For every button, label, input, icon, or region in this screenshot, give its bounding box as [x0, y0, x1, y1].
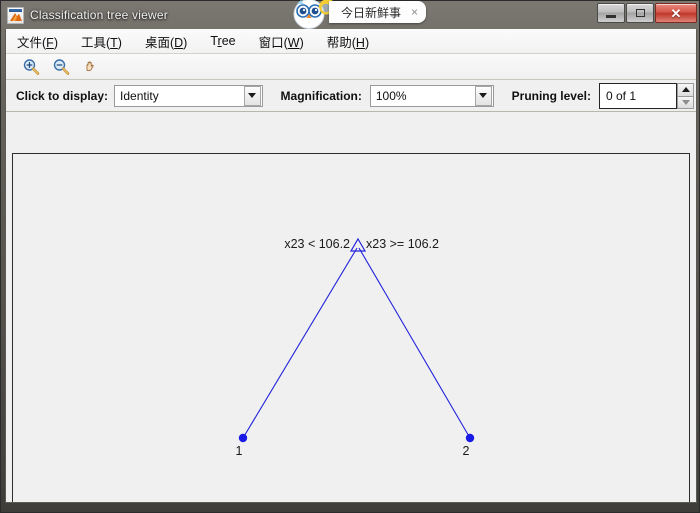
classification-tree-figure: x23 < 106.2 x23 >= 106.2 1 2	[13, 154, 689, 502]
menu-file-mnemonic: F	[46, 35, 54, 50]
menu-file-pre: 文件(	[17, 35, 47, 50]
caret-down-icon	[681, 99, 690, 105]
menu-item-desktop[interactable]: 桌面(D)	[144, 30, 188, 53]
zoom-in-icon	[23, 58, 40, 75]
leaf-node-1[interactable]	[238, 433, 248, 443]
menu-window-mnemonic: W	[287, 35, 300, 50]
click-to-display-value: Identity	[120, 88, 159, 103]
restore-icon	[635, 9, 645, 17]
magnification-label: Magnification:	[280, 88, 362, 103]
chevron-down-icon[interactable]	[474, 85, 492, 106]
pruning-level-stepper[interactable]: 0 of 1	[599, 82, 694, 109]
caret-up-icon	[681, 87, 690, 92]
leaf-node-2[interactable]	[465, 433, 475, 443]
title-bar: Classification tree viewer ✕	[1, 1, 700, 29]
menu-help-pre: 帮助(	[326, 35, 356, 50]
edge-label-left: x23 < 106.2	[284, 237, 350, 251]
menu-tools-mnemonic: T	[110, 35, 118, 50]
menu-desktop-pre: 桌面(	[144, 35, 175, 50]
pruning-level-down-button[interactable]	[677, 95, 694, 109]
pruning-level-arrows	[677, 82, 694, 109]
menu-item-help[interactable]: 帮助(H)	[326, 30, 370, 53]
menu-tree-post: ee	[221, 34, 236, 48]
menu-item-tree[interactable]: Tree	[209, 32, 236, 50]
menu-help-post: )	[364, 35, 370, 50]
restore-button[interactable]	[626, 3, 654, 23]
chevron-down-icon[interactable]	[243, 85, 261, 106]
zoom-out-button[interactable]	[50, 57, 72, 77]
menu-item-window[interactable]: 窗口(W)	[258, 30, 305, 53]
menu-item-file[interactable]: 文件(F)	[16, 30, 59, 53]
click-to-display-dropdown[interactable]: Identity	[114, 84, 263, 107]
screen-root: Classification tree viewer ✕ 文件(F) 工具(T)…	[0, 0, 700, 513]
menu-desktop-mnemonic: D	[174, 35, 184, 50]
matlab-membrane-icon	[10, 12, 22, 21]
menu-desktop-post: )	[183, 35, 188, 50]
tree-canvas[interactable]: x23 < 106.2 x23 >= 106.2 1 2 CSDN @mozun…	[12, 153, 690, 502]
tool-bar	[6, 54, 696, 80]
pruning-level-value[interactable]: 0 of 1	[599, 82, 677, 109]
client-area: 文件(F) 工具(T) 桌面(D) Tree 窗口(W) 帮助(H) Click…	[5, 29, 697, 503]
window-controls: ✕	[597, 3, 697, 23]
pan-hand-icon	[86, 60, 94, 71]
minimize-button[interactable]	[597, 3, 625, 23]
menu-item-tools[interactable]: 工具(T)	[80, 30, 123, 53]
matlab-icon	[7, 6, 24, 24]
close-icon: ✕	[670, 5, 682, 21]
edge-label-right: x23 >= 106.2	[366, 237, 439, 251]
zoom-in-button[interactable]	[20, 57, 42, 77]
menu-tree-pre: T	[210, 34, 218, 48]
window-title: Classification tree viewer	[30, 8, 168, 22]
control-strip: Click to display: Identity Magnification…	[6, 80, 696, 112]
window-frame: Classification tree viewer ✕ 文件(F) 工具(T)…	[0, 0, 700, 513]
magnification-dropdown[interactable]: 100%	[369, 84, 494, 107]
minimize-icon	[606, 14, 616, 18]
close-button[interactable]: ✕	[655, 3, 697, 23]
pruning-level-label: Pruning level:	[511, 88, 591, 103]
menu-bar: 文件(F) 工具(T) 桌面(D) Tree 窗口(W) 帮助(H)	[6, 29, 696, 54]
menu-window-post: )	[299, 35, 304, 50]
menu-file-post: )	[53, 35, 58, 50]
zoom-out-icon	[53, 58, 70, 75]
leaf-label-1: 1	[236, 444, 243, 458]
magnification-value: 100%	[375, 88, 407, 103]
menu-tools-pre: 工具(	[80, 35, 111, 50]
menu-window-pre: 窗口(	[258, 35, 288, 50]
click-to-display-label: Click to display:	[16, 88, 109, 103]
menu-tools-post: )	[117, 35, 122, 50]
pruning-level-up-button[interactable]	[677, 82, 694, 96]
leaf-label-2: 2	[463, 444, 470, 458]
pan-button[interactable]	[80, 57, 102, 77]
canvas-background	[13, 154, 689, 502]
menu-help-mnemonic: H	[355, 35, 365, 50]
